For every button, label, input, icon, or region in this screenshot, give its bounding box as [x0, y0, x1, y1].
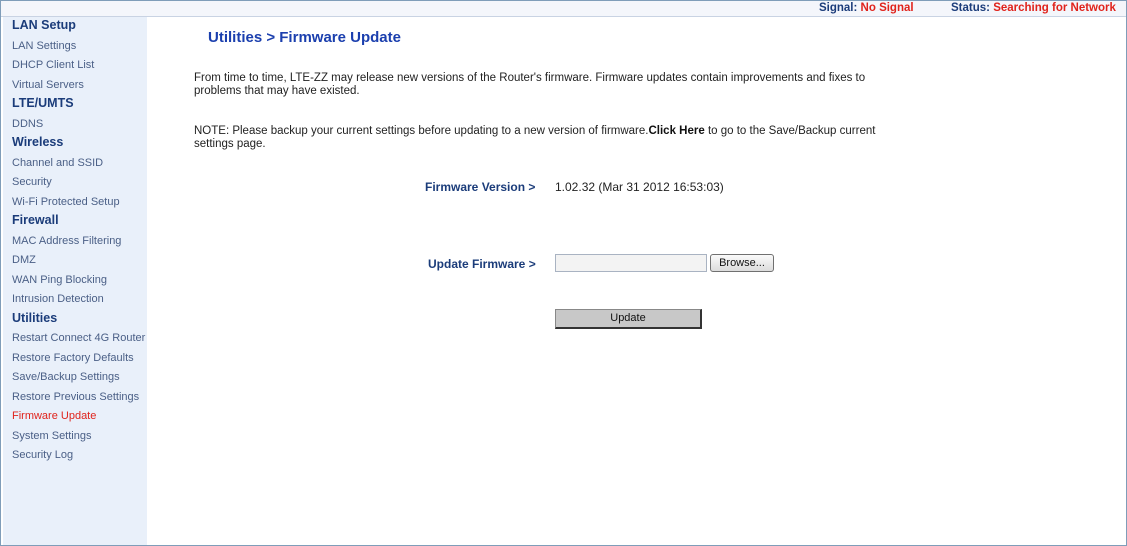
sidebar-heading-lan-setup: LAN Setup [12, 18, 76, 32]
browse-button[interactable]: Browse... [710, 254, 774, 272]
sidebar-item-restore-previous-settings[interactable]: Restore Previous Settings [12, 391, 139, 403]
sidebar-item-security-log[interactable]: Security Log [12, 449, 73, 461]
router-admin-window: Signal: No Signal Status: Searching for … [0, 0, 1127, 546]
page-title: Utilities > Firmware Update [208, 29, 401, 46]
firmware-file-input[interactable] [555, 254, 707, 272]
sidebar-item-virtual-servers[interactable]: Virtual Servers [12, 79, 84, 91]
sidebar-heading-lte-umts: LTE/UMTS [12, 96, 74, 110]
firmware-version-label: Firmware Version > [425, 180, 536, 194]
sidebar-item-intrusion-detection[interactable]: Intrusion Detection [12, 293, 104, 305]
sidebar-nav: LAN Setup LAN Settings DHCP Client List Vir… [3, 17, 147, 545]
status-bar: Signal: No Signal Status: Searching for … [1, 1, 1126, 17]
sidebar-heading-firewall: Firewall [12, 213, 59, 227]
status-value: Searching for Network [993, 2, 1116, 14]
signal-value: No Signal [860, 2, 914, 14]
sidebar-item-restore-factory-defaults[interactable]: Restore Factory Defaults [12, 352, 134, 364]
sidebar-item-dmz[interactable]: DMZ [12, 254, 36, 266]
save-backup-link[interactable]: Click Here [648, 125, 704, 137]
firmware-version-value: 1.02.32 (Mar 31 2012 16:53:03) [555, 180, 724, 194]
sidebar-item-firmware-update[interactable]: Firmware Update [12, 410, 96, 422]
sidebar-item-dhcp-client-list[interactable]: DHCP Client List [12, 59, 94, 71]
sidebar-item-wan-ping-blocking[interactable]: WAN Ping Blocking [12, 274, 107, 286]
backup-note: NOTE: Please backup your current setting… [194, 125, 894, 151]
signal-status: Signal: No Signal [819, 2, 914, 14]
sidebar-item-save-backup-settings[interactable]: Save/Backup Settings [12, 371, 120, 383]
note-prefix: NOTE: Please backup your current setting… [194, 125, 649, 137]
sidebar-item-restart-connect-4g-router[interactable]: Restart Connect 4G Router [12, 332, 145, 344]
sidebar-item-lan-settings[interactable]: LAN Settings [12, 40, 76, 52]
sidebar-item-security[interactable]: Security [12, 176, 52, 188]
sidebar-item-system-settings[interactable]: System Settings [12, 430, 91, 442]
sidebar-heading-wireless: Wireless [12, 135, 64, 149]
sidebar-heading-utilities: Utilities [12, 310, 58, 325]
update-button[interactable]: Update [555, 309, 702, 329]
sidebar-item-ddns[interactable]: DDNS [12, 118, 43, 130]
sidebar-item-wi-fi-protected-setup[interactable]: Wi-Fi Protected Setup [12, 196, 120, 208]
sidebar-item-channel-and-ssid[interactable]: Channel and SSID [12, 157, 103, 169]
intro-text: From time to time, LTE-ZZ may release ne… [194, 72, 866, 97]
signal-label: Signal: [819, 2, 858, 14]
status-label: Status: [951, 2, 990, 14]
update-firmware-label: Update Firmware > [428, 257, 536, 271]
sidebar-item-mac-address-filtering[interactable]: MAC Address Filtering [12, 235, 121, 247]
network-status: Status: Searching for Network [951, 2, 1116, 14]
